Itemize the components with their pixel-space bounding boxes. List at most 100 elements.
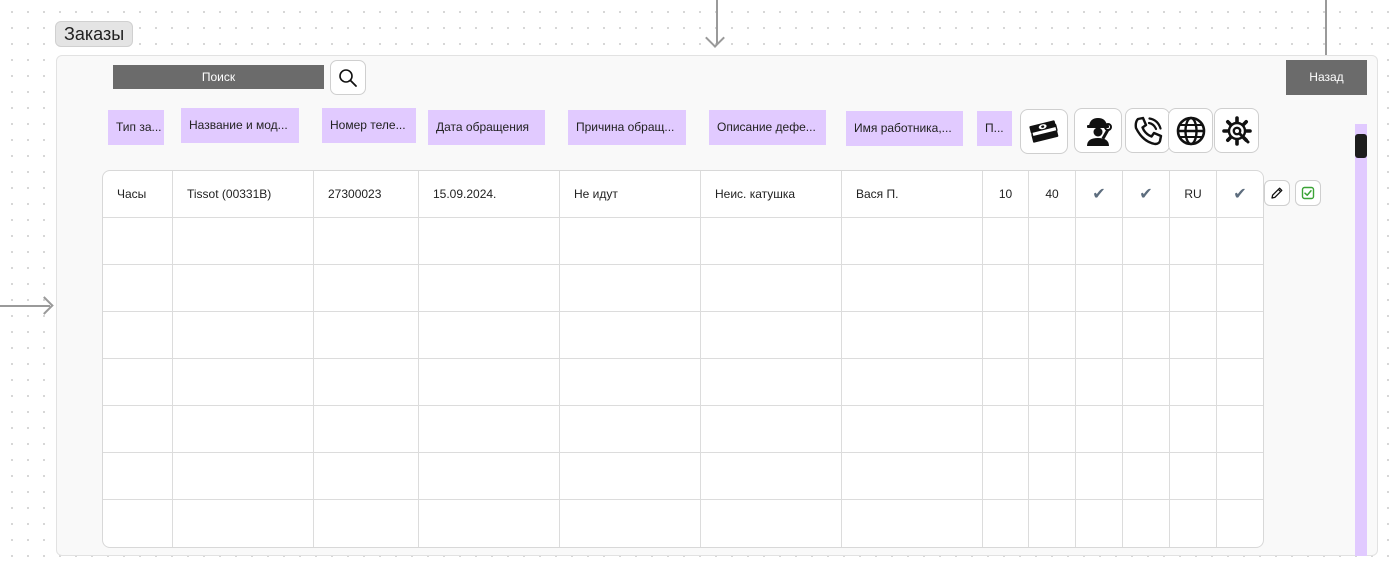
cell[interactable] <box>1217 500 1263 547</box>
cell[interactable] <box>1170 453 1217 500</box>
table-row[interactable]: Часы Tissot (00331B) 27300023 15.09.2024… <box>103 171 1263 218</box>
column-header-reason[interactable]: Причина обращ... <box>568 110 686 145</box>
cell[interactable] <box>1123 312 1170 359</box>
cell[interactable] <box>1217 265 1263 312</box>
cell[interactable] <box>560 265 701 312</box>
cell[interactable] <box>842 312 983 359</box>
vertical-scrollbar[interactable] <box>1355 124 1367 556</box>
cell[interactable] <box>173 500 314 547</box>
table-row[interactable] <box>103 453 1263 500</box>
cell[interactable] <box>1076 218 1123 265</box>
cell[interactable] <box>419 359 560 406</box>
cell[interactable] <box>173 453 314 500</box>
cell[interactable] <box>314 218 419 265</box>
cell[interactable] <box>1029 453 1076 500</box>
column-header-date[interactable]: Дата обращения <box>428 110 545 145</box>
cell-phone[interactable]: 27300023 <box>314 171 419 218</box>
cell[interactable] <box>1029 406 1076 453</box>
column-header-master[interactable] <box>1074 108 1122 153</box>
cell-type[interactable]: Часы <box>103 171 173 218</box>
cell[interactable] <box>983 265 1029 312</box>
cell[interactable] <box>419 406 560 453</box>
cell[interactable] <box>1029 265 1076 312</box>
cell[interactable] <box>1076 406 1123 453</box>
cell[interactable] <box>983 453 1029 500</box>
cell[interactable] <box>103 359 173 406</box>
cell[interactable] <box>1217 406 1263 453</box>
table-row[interactable] <box>103 265 1263 312</box>
cell[interactable] <box>701 218 842 265</box>
cell-settings-check[interactable]: ✔ <box>1217 171 1263 218</box>
confirm-row-button[interactable] <box>1295 180 1321 206</box>
cell[interactable] <box>173 359 314 406</box>
cell[interactable] <box>1123 359 1170 406</box>
cell[interactable] <box>103 218 173 265</box>
cell[interactable] <box>173 312 314 359</box>
cell[interactable] <box>103 406 173 453</box>
cell[interactable] <box>842 218 983 265</box>
cell[interactable] <box>103 265 173 312</box>
cell[interactable] <box>173 265 314 312</box>
cell[interactable] <box>314 500 419 547</box>
cell[interactable] <box>983 359 1029 406</box>
column-header-price[interactable] <box>1020 109 1068 154</box>
column-header-defect[interactable]: Описание дефе... <box>709 110 826 145</box>
cell[interactable] <box>173 218 314 265</box>
cell[interactable] <box>419 218 560 265</box>
cell[interactable] <box>560 312 701 359</box>
scrollbar-thumb[interactable] <box>1355 134 1367 158</box>
cell[interactable] <box>1170 359 1217 406</box>
cell[interactable] <box>701 312 842 359</box>
cell[interactable] <box>560 500 701 547</box>
cell[interactable] <box>983 406 1029 453</box>
cell[interactable] <box>1217 453 1263 500</box>
cell[interactable] <box>1123 265 1170 312</box>
cell[interactable] <box>1029 359 1076 406</box>
cell[interactable] <box>1029 500 1076 547</box>
cell[interactable] <box>701 265 842 312</box>
cell[interactable] <box>701 453 842 500</box>
column-header-language[interactable] <box>1168 108 1213 153</box>
cell[interactable] <box>1170 500 1217 547</box>
cell[interactable] <box>1217 312 1263 359</box>
column-header-worker[interactable]: Имя работника,... <box>846 111 963 146</box>
cell[interactable] <box>560 453 701 500</box>
column-header-model[interactable]: Название и мод... <box>181 108 299 143</box>
edit-row-button[interactable] <box>1264 180 1290 206</box>
column-header-phone[interactable]: Номер теле... <box>322 108 416 143</box>
cell[interactable] <box>1217 359 1263 406</box>
cell[interactable] <box>1076 453 1123 500</box>
cell[interactable] <box>1170 406 1217 453</box>
cell[interactable] <box>1076 359 1123 406</box>
search-input[interactable]: Поиск <box>113 65 324 89</box>
cell-call-check[interactable]: ✔ <box>1123 171 1170 218</box>
cell[interactable] <box>842 406 983 453</box>
cell[interactable] <box>701 500 842 547</box>
cell-language[interactable]: RU <box>1170 171 1217 218</box>
cell[interactable] <box>983 500 1029 547</box>
cell[interactable] <box>842 500 983 547</box>
cell[interactable] <box>103 312 173 359</box>
cell[interactable] <box>560 218 701 265</box>
column-header-settings[interactable] <box>1214 108 1259 153</box>
cell-defect[interactable]: Неис. катушка <box>701 171 842 218</box>
cell[interactable] <box>314 359 419 406</box>
cell[interactable] <box>983 218 1029 265</box>
cell[interactable] <box>419 453 560 500</box>
cell[interactable] <box>1076 500 1123 547</box>
cell[interactable] <box>1029 218 1076 265</box>
cell[interactable] <box>419 265 560 312</box>
cell[interactable] <box>314 265 419 312</box>
cell[interactable] <box>1170 312 1217 359</box>
table-row[interactable] <box>103 406 1263 453</box>
cell-worker[interactable]: Вася П. <box>842 171 983 218</box>
cell[interactable] <box>1029 312 1076 359</box>
cell[interactable] <box>842 265 983 312</box>
cell[interactable] <box>314 406 419 453</box>
column-header-p[interactable]: П... <box>977 111 1012 146</box>
cell[interactable] <box>701 406 842 453</box>
cell[interactable] <box>842 453 983 500</box>
cell[interactable] <box>1123 453 1170 500</box>
cell[interactable] <box>842 359 983 406</box>
cell[interactable] <box>1170 218 1217 265</box>
